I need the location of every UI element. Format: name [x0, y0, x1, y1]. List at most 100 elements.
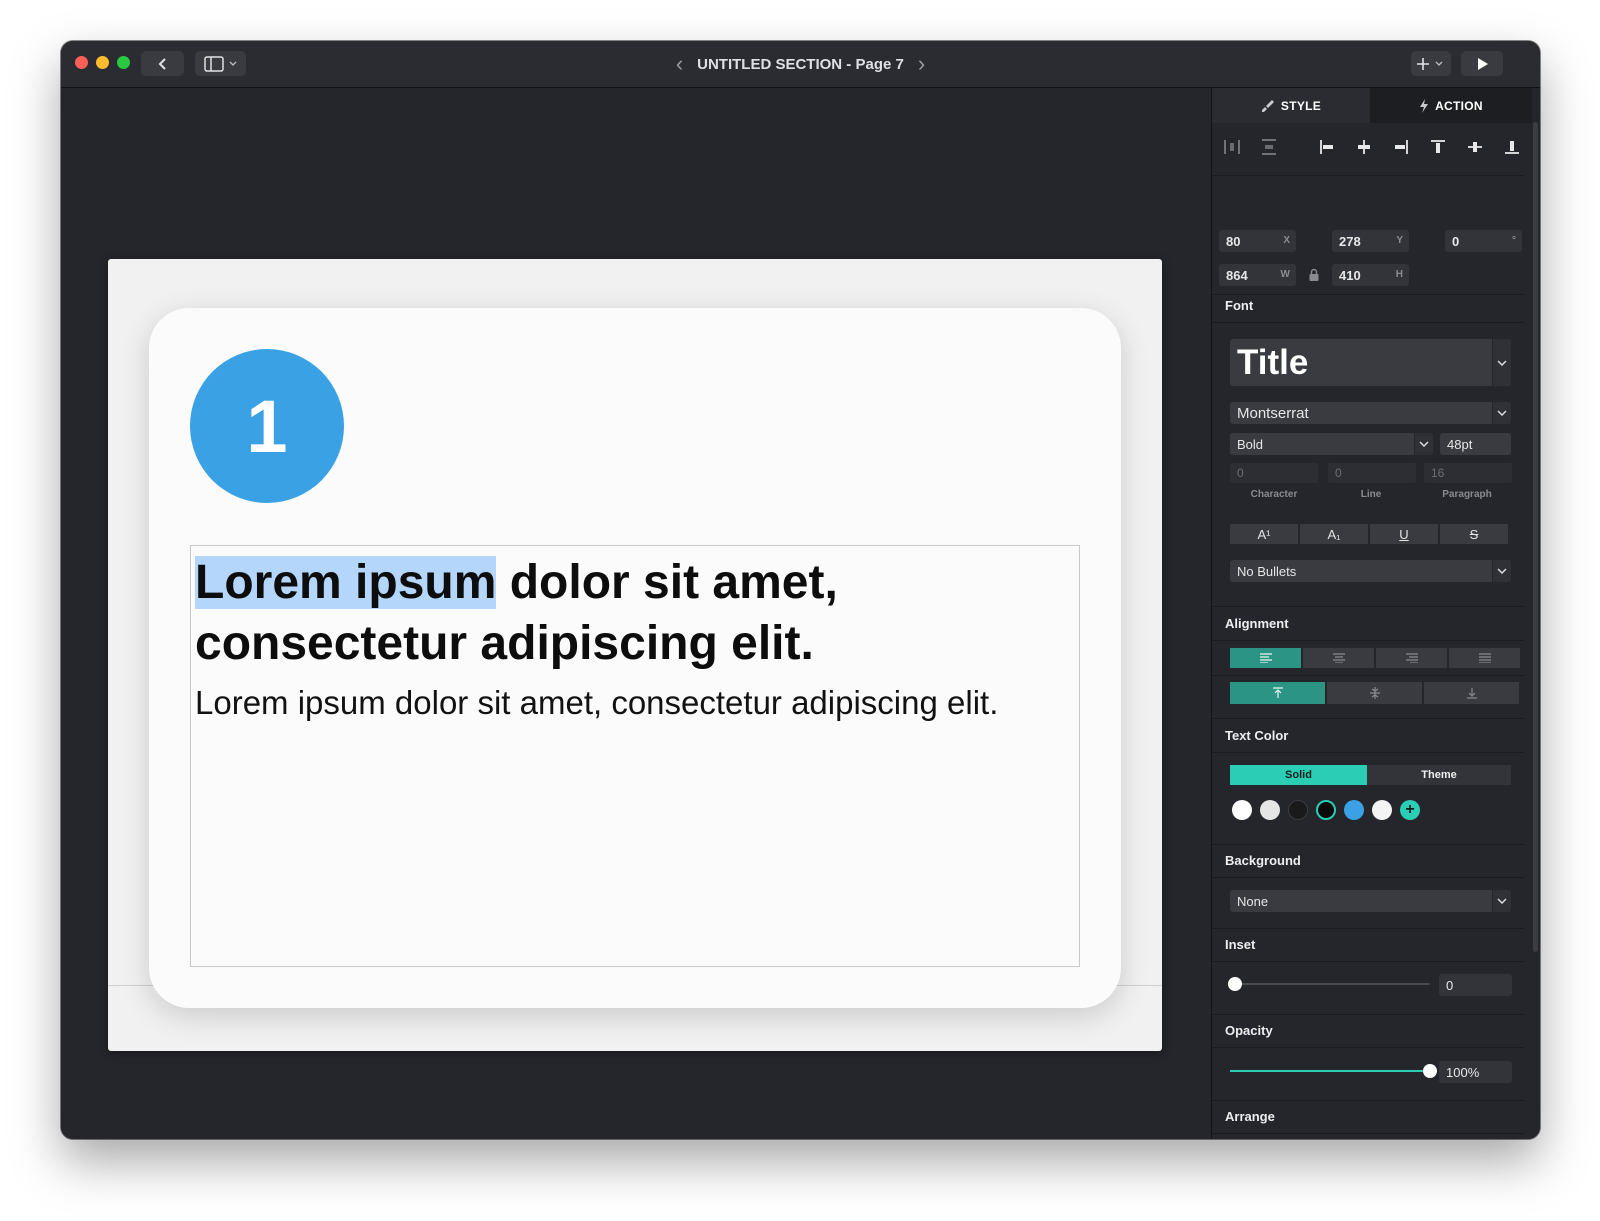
bullets-dropdown[interactable]: No Bullets — [1230, 560, 1511, 582]
align-right-icon[interactable] — [1391, 137, 1411, 157]
tab-action-label: ACTION — [1435, 98, 1483, 113]
object-alignment-toolbar — [1212, 135, 1532, 159]
lock-icon[interactable] — [1308, 268, 1320, 282]
inset-value: 0 — [1446, 978, 1454, 993]
character-spacing-field[interactable]: 0 — [1230, 463, 1318, 483]
separator — [1212, 718, 1524, 719]
color-swatch[interactable] — [1288, 800, 1308, 820]
tab-action[interactable]: ACTION — [1370, 88, 1532, 123]
chevron-down-icon — [1492, 560, 1511, 582]
strikethrough-button[interactable]: S — [1440, 524, 1508, 544]
align-text-middle-button[interactable] — [1327, 682, 1422, 704]
slide[interactable]: 1 Lorem ipsum dolor sit amet, consectetu… — [108, 259, 1162, 1051]
strikethrough-label: S — [1469, 526, 1479, 542]
w-value: 864 — [1226, 268, 1248, 283]
title-bar: ‹ UNTITLED SECTION - Page 7 › — [61, 41, 1540, 88]
background-section-label: Background — [1225, 853, 1301, 868]
panel-scrollbar[interactable] — [1533, 122, 1538, 952]
opacity-slider-track[interactable] — [1230, 1070, 1430, 1072]
color-swatch[interactable] — [1344, 800, 1364, 820]
align-text-top-button[interactable] — [1230, 682, 1325, 704]
align-text-justify-button[interactable] — [1449, 648, 1520, 668]
opacity-slider-thumb[interactable] — [1423, 1064, 1437, 1078]
body-text[interactable]: Lorem ipsum dolor sit amet, consectetur … — [195, 683, 1065, 723]
align-text-right-button[interactable] — [1376, 648, 1447, 668]
y-label: Y — [1396, 235, 1403, 246]
distribute-vertical-icon[interactable] — [1259, 137, 1279, 157]
align-text-center-button[interactable] — [1303, 648, 1374, 668]
number-badge[interactable]: 1 — [190, 349, 344, 503]
color-swatch[interactable] — [1232, 800, 1252, 820]
underline-button[interactable]: U — [1370, 524, 1438, 544]
background-dropdown[interactable]: None — [1230, 890, 1511, 912]
headline-text[interactable]: Lorem ipsum dolor sit amet, consectetur … — [195, 552, 1065, 674]
text-color-section-label: Text Color — [1225, 728, 1289, 743]
x-position-field[interactable]: 80 X — [1219, 230, 1296, 252]
separator — [1212, 640, 1524, 641]
rotation-field[interactable]: 0 ° — [1445, 230, 1522, 252]
align-top-icon[interactable] — [1428, 137, 1448, 157]
line-caption: Line — [1360, 489, 1382, 500]
chevron-left-icon[interactable]: ‹ — [676, 53, 683, 75]
text-style-preset-dropdown[interactable]: Title — [1230, 339, 1511, 386]
alignment-section-label: Alignment — [1225, 616, 1289, 631]
separator — [1212, 1100, 1524, 1101]
height-field[interactable]: 410 H — [1332, 264, 1409, 286]
color-swatch[interactable] — [1260, 800, 1280, 820]
inset-slider-track[interactable] — [1230, 983, 1430, 985]
paragraph-spacing-value: 16 — [1431, 466, 1445, 480]
selected-text-highlight[interactable]: Lorem ipsum — [195, 556, 497, 609]
rotation-value: 0 — [1452, 234, 1460, 249]
chevron-right-icon[interactable]: › — [918, 53, 925, 75]
chevron-down-icon — [1492, 402, 1511, 424]
subscript-button[interactable]: A₁ — [1300, 524, 1368, 544]
font-weight-value: Bold — [1237, 437, 1264, 452]
distribute-horizontal-icon[interactable] — [1222, 137, 1242, 157]
tab-style[interactable]: STYLE — [1212, 88, 1370, 123]
app-window: ‹ UNTITLED SECTION - Page 7 › 1 Lorem ip… — [61, 41, 1540, 1139]
underline-label: U — [1399, 526, 1409, 542]
line-spacing-field[interactable]: 0 — [1328, 463, 1416, 483]
paragraph-caption: Paragraph — [1442, 489, 1492, 500]
content-card[interactable]: 1 Lorem ipsum dolor sit amet, consectetu… — [149, 308, 1121, 1008]
selected-text-box[interactable]: Lorem ipsum dolor sit amet, consectetur … — [190, 545, 1080, 967]
align-text-bottom-button[interactable] — [1424, 682, 1519, 704]
font-size-field[interactable]: 48pt — [1440, 433, 1511, 455]
add-color-button[interactable]: + — [1400, 800, 1420, 820]
separator — [1212, 1133, 1524, 1134]
inset-value-field[interactable]: 0 — [1439, 974, 1512, 996]
bullets-value: No Bullets — [1237, 564, 1297, 579]
y-position-field[interactable]: 278 Y — [1332, 230, 1409, 252]
font-family-value: Montserrat — [1237, 405, 1309, 422]
add-button[interactable] — [1411, 51, 1451, 76]
separator — [1212, 175, 1524, 176]
font-weight-dropdown[interactable]: Bold — [1230, 433, 1433, 455]
width-field[interactable]: 864 W — [1219, 264, 1296, 286]
text-style-preset-value: Title — [1237, 343, 1309, 382]
color-swatch[interactable] — [1372, 800, 1392, 820]
align-bottom-icon[interactable] — [1502, 137, 1522, 157]
inspector-panel: STYLE ACTION 80 X 278 Y 0 ° 864 W 410 H … — [1211, 88, 1540, 1139]
opacity-value-field[interactable]: 100% — [1439, 1061, 1512, 1083]
align-middle-icon[interactable] — [1465, 137, 1485, 157]
font-section-label: Font — [1225, 298, 1254, 313]
badge-number: 1 — [246, 384, 288, 468]
align-text-left-button[interactable] — [1230, 648, 1301, 668]
slide-canvas[interactable]: 1 Lorem ipsum dolor sit amet, consectetu… — [61, 88, 1211, 1139]
solid-color-button[interactable]: Solid — [1230, 765, 1367, 785]
solid-label: Solid — [1285, 769, 1312, 781]
align-center-horizontal-icon[interactable] — [1354, 137, 1374, 157]
paragraph-spacing-field[interactable]: 16 — [1424, 463, 1512, 483]
theme-color-button[interactable]: Theme — [1367, 765, 1511, 785]
separator — [1212, 961, 1524, 962]
inset-slider-thumb[interactable] — [1228, 977, 1242, 991]
font-family-dropdown[interactable]: Montserrat — [1230, 402, 1511, 424]
separator — [1212, 294, 1524, 295]
separator — [1212, 877, 1524, 878]
align-left-icon[interactable] — [1317, 137, 1337, 157]
superscript-button[interactable]: A¹ — [1230, 524, 1298, 544]
separator — [1212, 752, 1524, 753]
color-swatch[interactable] — [1316, 800, 1336, 820]
play-button[interactable] — [1461, 51, 1503, 76]
y-value: 278 — [1339, 234, 1361, 249]
